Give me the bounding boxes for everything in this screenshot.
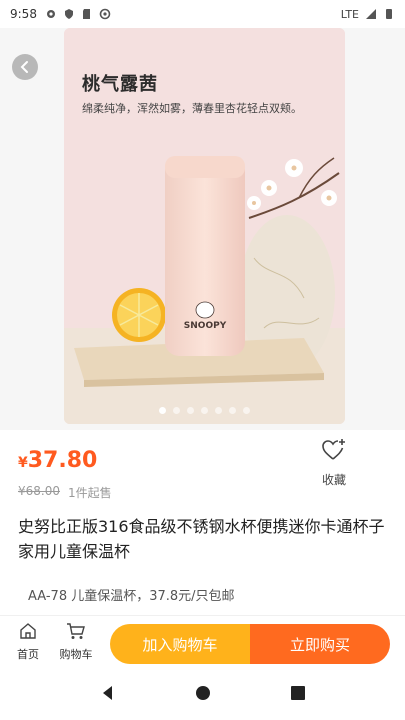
add-to-cart-button[interactable]: 加入购物车: [110, 624, 250, 664]
min-order: 1件起售: [68, 486, 112, 500]
shield-icon: [64, 9, 73, 19]
hero-subtitle: 绵柔纯净，浑然如雾，薄春里杏花轻点双颊。: [82, 102, 302, 115]
system-nav-bar: [0, 665, 405, 720]
bottle-brand: SNOOPY: [184, 321, 227, 331]
network-label: LTE: [340, 7, 359, 21]
sd-card-icon: [82, 9, 90, 19]
home-button[interactable]: 首页: [8, 622, 48, 662]
gallery-dot[interactable]: [159, 407, 166, 414]
cart-label: 购物车: [59, 648, 93, 661]
chevron-left-icon: [20, 61, 28, 73]
hero-title: 桃气露茜: [82, 74, 158, 95]
heart-plus-icon: [322, 439, 345, 460]
home-icon: [20, 623, 36, 639]
gallery-dots: [64, 407, 345, 414]
gallery-dot[interactable]: [229, 407, 236, 414]
current-price: ¥37.80: [18, 448, 97, 473]
cart-icon: [67, 623, 85, 639]
at-icon: [99, 8, 111, 20]
product-gallery[interactable]: SNOOPY 桃气露茜 绵柔纯净，浑然如雾，薄春里杏花轻点双颊。: [0, 28, 405, 430]
price-value: 37.80: [27, 448, 98, 473]
gallery-dot[interactable]: [173, 407, 180, 414]
recents-square-icon[interactable]: [289, 684, 307, 702]
product-image[interactable]: SNOOPY 桃气露茜 绵柔纯净，浑然如雾，薄春里杏花轻点双颊。: [64, 28, 345, 424]
favorite-label: 收藏: [321, 473, 346, 487]
original-price: ¥68.00: [18, 484, 60, 498]
battery-icon: [386, 9, 392, 19]
status-bar: 9:58 LTE: [0, 0, 405, 28]
favorite-button[interactable]: 收藏: [318, 438, 350, 488]
signal-icon: [366, 9, 376, 19]
product-title: 史努比正版316食品级不锈钢水杯便携迷你卡通杯子家用儿童保温杯: [18, 517, 385, 561]
back-triangle-icon[interactable]: [99, 684, 117, 702]
gallery-dot[interactable]: [215, 407, 222, 414]
price-meta: ¥68.00 1件起售: [18, 484, 112, 501]
gallery-dot[interactable]: [187, 407, 194, 414]
currency-symbol: ¥: [18, 455, 28, 471]
product-spec[interactable]: AA-78 儿童保温杯，37.8元/只包邮: [28, 585, 235, 604]
back-button[interactable]: [12, 54, 38, 80]
bottom-action-bar: 首页 购物车 加入购物车 立即购买: [0, 615, 405, 665]
home-circle-icon[interactable]: [194, 684, 212, 702]
status-time: 9:58: [10, 7, 37, 21]
buy-now-button[interactable]: 立即购买: [250, 624, 390, 664]
home-label: 首页: [17, 648, 39, 661]
gear-icon: [46, 10, 55, 18]
cart-button[interactable]: 购物车: [56, 622, 96, 662]
gallery-dot[interactable]: [243, 407, 250, 414]
gallery-dot[interactable]: [201, 407, 208, 414]
